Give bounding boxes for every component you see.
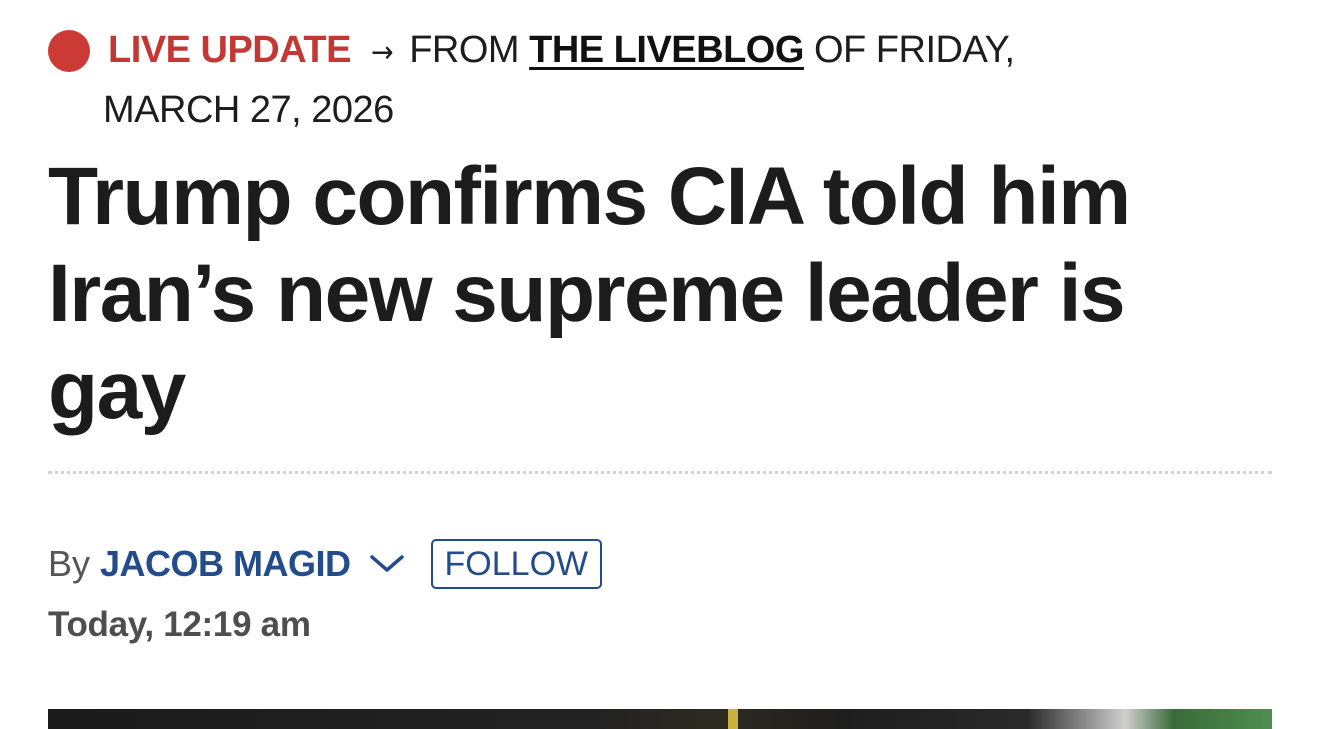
from-text: FROM [409, 29, 520, 71]
liveblog-link[interactable]: THE LIVEBLOG [529, 29, 804, 71]
article-page: LIVE UPDATE → FROM THE LIVEBLOG OF FRIDA… [0, 0, 1320, 729]
author-name-link[interactable]: JACOB MAGID [100, 543, 351, 585]
divider [48, 471, 1272, 474]
hero-image[interactable] [48, 709, 1272, 729]
publish-timestamp: Today, 12:19 am [48, 605, 311, 644]
article-headline: Trump confirms CIA told him Iran’s new s… [48, 151, 1131, 436]
of-text: OF FRIDAY, [813, 29, 1015, 71]
hero-image-detail [728, 709, 738, 729]
live-dot-icon [48, 30, 90, 72]
follow-button[interactable]: FOLLOW [430, 539, 603, 589]
live-update-line: LIVE UPDATE → FROM THE LIVEBLOG OF FRIDA… [108, 28, 1015, 75]
chevron-down-icon[interactable] [369, 553, 405, 575]
arrow-right-icon: → [371, 35, 394, 70]
liveblog-date: MARCH 27, 2026 [103, 89, 394, 131]
live-update-label: LIVE UPDATE [108, 29, 351, 71]
byline-prefix: By [48, 543, 91, 584]
byline: By JACOB MAGID FOLLOW [48, 538, 603, 590]
